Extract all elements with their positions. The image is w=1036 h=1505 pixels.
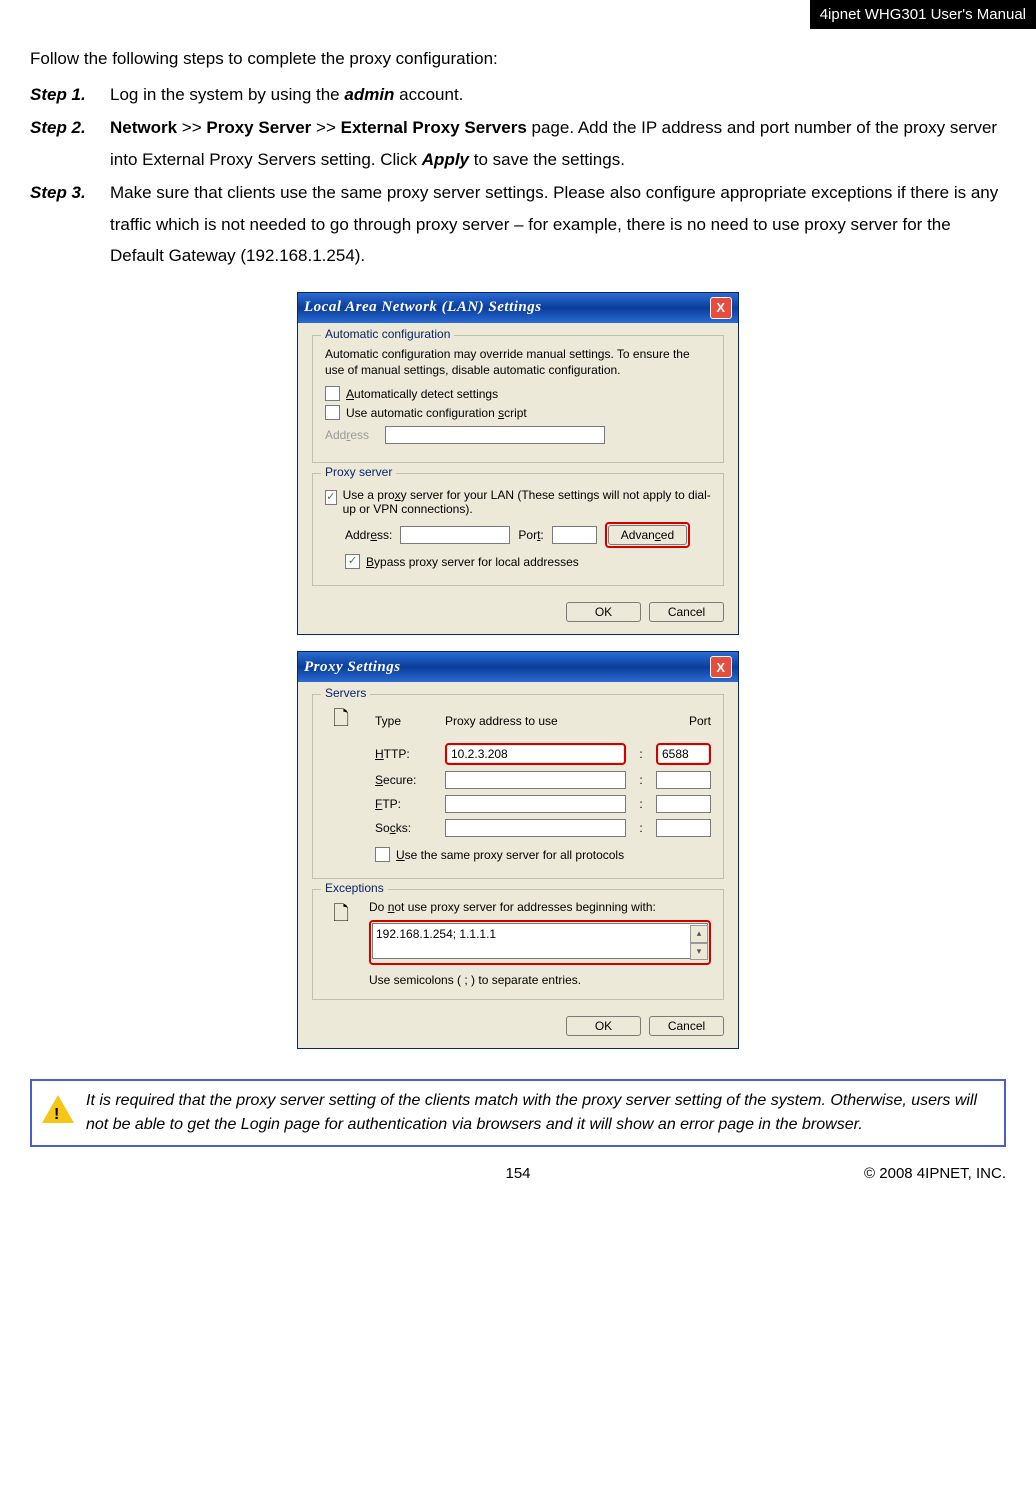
- auto-config-desc: Automatic configuration may override man…: [325, 346, 711, 378]
- step-2-b3: External Proxy Servers: [341, 118, 527, 137]
- type-header: Type: [375, 714, 435, 728]
- cancel-button[interactable]: Cancel: [649, 602, 724, 622]
- lan-dialog-title: Local Area Network (LAN) Settings: [304, 299, 542, 316]
- port-header: Port: [656, 714, 711, 728]
- socks-address-input[interactable]: [445, 819, 626, 837]
- lan-dialog-titlebar[interactable]: Local Area Network (LAN) Settings X: [298, 293, 738, 323]
- step-2-apply: Apply: [422, 150, 469, 169]
- close-icon[interactable]: X: [710, 297, 732, 319]
- page-number: 154: [505, 1165, 530, 1182]
- colon: :: [636, 821, 646, 835]
- exceptions-fieldset: Exceptions 🗋 Do not use proxy server for…: [312, 889, 724, 1000]
- secure-address-input[interactable]: [445, 771, 626, 789]
- step-1-post: account.: [394, 85, 463, 104]
- warning-icon: [42, 1095, 74, 1123]
- same-proxy-label: Use the same proxy server for all protoc…: [396, 848, 624, 862]
- proxy-address-label: Address:: [345, 528, 392, 542]
- warning-text: It is required that the proxy server set…: [86, 1089, 994, 1137]
- colon: :: [636, 747, 646, 761]
- socks-port-input[interactable]: [656, 819, 711, 837]
- step-2-b1: Network: [110, 118, 177, 137]
- secure-label: Secure:: [375, 773, 435, 787]
- step-1-bold: admin: [344, 85, 394, 104]
- proxy-port-input[interactable]: [552, 526, 597, 544]
- use-proxy-checkbox[interactable]: [325, 490, 337, 505]
- servers-legend: Servers: [321, 686, 370, 700]
- servers-icon: 🗋: [325, 705, 357, 737]
- script-address-label: Address: [325, 428, 377, 442]
- proxy-dialog-title: Proxy Settings: [304, 659, 401, 676]
- step-1-label: Step 1.: [30, 79, 110, 110]
- step-3-label: Step 3.: [30, 177, 110, 271]
- auto-config-legend: Automatic configuration: [321, 327, 454, 341]
- step-2-b2: Proxy Server: [206, 118, 311, 137]
- proxy-settings-dialog: Proxy Settings X Servers 🗋 Type Proxy ad…: [297, 651, 739, 1049]
- step-2-label: Step 2.: [30, 112, 110, 175]
- exceptions-desc: Do not use proxy server for addresses be…: [369, 900, 711, 914]
- step-1: Step 1. Log in the system by using the a…: [30, 79, 1006, 110]
- step-2-post2: to save the settings.: [469, 150, 625, 169]
- ftp-label: FTP:: [375, 797, 435, 811]
- bypass-label: Bypass proxy server for local addresses: [366, 555, 579, 569]
- http-label: HTTP:: [375, 747, 435, 761]
- proxy-addr-header: Proxy address to use: [445, 714, 626, 728]
- proxy-dialog-titlebar[interactable]: Proxy Settings X: [298, 652, 738, 682]
- same-proxy-checkbox[interactable]: [375, 847, 390, 862]
- proxy-server-fieldset: Proxy server Use a proxy server for your…: [312, 473, 724, 586]
- step-3-text: Make sure that clients use the same prox…: [110, 177, 1006, 271]
- lan-settings-dialog: Local Area Network (LAN) Settings X Auto…: [297, 292, 739, 635]
- exceptions-legend: Exceptions: [321, 881, 388, 895]
- cancel-button[interactable]: Cancel: [649, 1016, 724, 1036]
- doc-header: 4ipnet WHG301 User's Manual: [810, 0, 1036, 29]
- proxy-server-legend: Proxy server: [321, 465, 396, 479]
- ok-button[interactable]: OK: [566, 602, 641, 622]
- step-2-sep1: >>: [177, 118, 206, 137]
- colon: :: [636, 797, 646, 811]
- colon: :: [636, 773, 646, 787]
- auto-script-label: Use automatic configuration script: [346, 406, 527, 420]
- ftp-port-input[interactable]: [656, 795, 711, 813]
- auto-detect-checkbox[interactable]: [325, 386, 340, 401]
- close-icon[interactable]: X: [710, 656, 732, 678]
- copyright: © 2008 4IPNET, INC.: [864, 1165, 1006, 1182]
- warning-note: It is required that the proxy server set…: [30, 1079, 1006, 1147]
- semicolon-hint: Use semicolons ( ; ) to separate entries…: [369, 973, 711, 987]
- secure-port-input[interactable]: [656, 771, 711, 789]
- exceptions-textarea[interactable]: [372, 923, 708, 959]
- step-1-pre: Log in the system by using the: [110, 85, 344, 104]
- servers-fieldset: Servers 🗋 Type Proxy address to use Port…: [312, 694, 724, 879]
- scrollbar[interactable]: ▴▾: [690, 925, 706, 960]
- script-address-input: [385, 426, 605, 444]
- auto-detect-label: Automatically detect settings: [346, 387, 498, 401]
- exceptions-icon: 🗋: [325, 900, 357, 932]
- bypass-checkbox[interactable]: [345, 554, 360, 569]
- ftp-address-input[interactable]: [445, 795, 626, 813]
- step-3: Step 3. Make sure that clients use the s…: [30, 177, 1006, 271]
- auto-config-fieldset: Automatic configuration Automatic config…: [312, 335, 724, 463]
- http-address-input[interactable]: [448, 746, 623, 762]
- auto-script-checkbox[interactable]: [325, 405, 340, 420]
- step-2: Step 2. Network >> Proxy Server >> Exter…: [30, 112, 1006, 175]
- ok-button[interactable]: OK: [566, 1016, 641, 1036]
- socks-label: Socks:: [375, 821, 435, 835]
- proxy-port-label: Port:: [518, 528, 543, 542]
- advanced-button[interactable]: Advanced: [608, 525, 687, 545]
- use-proxy-label: Use a proxy server for your LAN (These s…: [343, 488, 711, 516]
- intro-text: Follow the following steps to complete t…: [30, 49, 1006, 69]
- http-port-input[interactable]: [659, 746, 708, 762]
- proxy-address-input[interactable]: [400, 526, 510, 544]
- step-2-sep2: >>: [311, 118, 340, 137]
